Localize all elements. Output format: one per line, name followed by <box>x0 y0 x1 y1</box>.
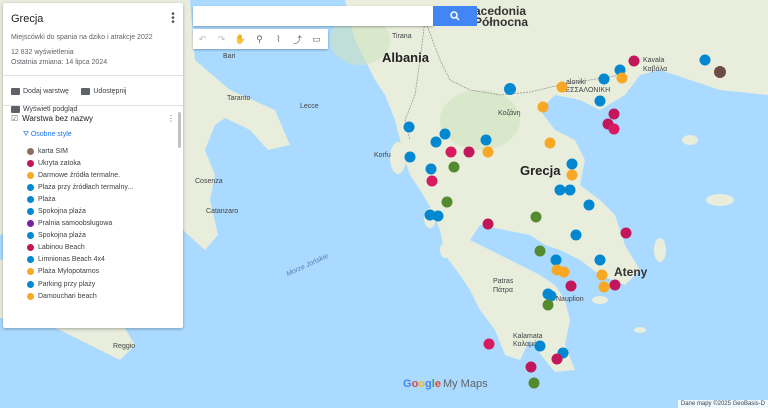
list-item-label: Plaża Mylopotamos <box>38 268 100 276</box>
list-item[interactable]: Plaża przy źródłach termalny... <box>3 181 183 193</box>
map-label-kavala: Kavala <box>643 57 665 64</box>
search-input[interactable] <box>193 6 433 26</box>
panel-actions: Dodaj warstwę Udostępnij Wyświetl podglą… <box>3 76 183 113</box>
panel-menu-icon[interactable]: • • • <box>171 10 175 28</box>
search-button[interactable] <box>433 6 477 26</box>
map-label-ateny: Ateny <box>614 265 648 279</box>
marker-icon <box>27 195 34 203</box>
map-views: 12 832 wyświetlenia <box>11 49 74 56</box>
list-item-label: Ukryta zatoka <box>38 159 81 167</box>
map-label-reggio: Reggio <box>113 343 136 350</box>
layers-icon <box>11 88 20 95</box>
marker-icon <box>27 232 34 240</box>
marker-icon <box>27 147 34 155</box>
scrollbar[interactable] <box>178 112 181 148</box>
map-attribution[interactable]: Dane mapy ©2025 GeoBasis-D <box>677 400 768 408</box>
list-item-label: Parking przy plaży <box>38 280 96 288</box>
layer-menu-icon[interactable]: ⋮ <box>167 114 175 123</box>
list-item-label: Plaża <box>38 195 56 203</box>
marker-icon <box>27 292 34 300</box>
map-label-patras: Patras <box>493 278 514 285</box>
marker-icon <box>27 244 34 252</box>
list-item-label: Spokojna plaża <box>38 232 86 240</box>
my-maps-label: My Maps <box>442 378 488 390</box>
map-label-cosenza: Cosenza <box>195 178 223 185</box>
map-label-catanzaro: Catanzaro <box>206 208 239 215</box>
list-item[interactable]: Labinou Beach <box>3 242 183 254</box>
map-label-lecce: Lecce <box>300 103 319 110</box>
list-item-label: karta SIM <box>38 147 68 155</box>
map-last-change: Ostatnia zmiana: 14 lipca 2024 <box>11 59 108 66</box>
hand-icon[interactable]: ✋ <box>231 29 250 49</box>
map-description: Miejscówki do spania na dziko i atrakcje… <box>11 34 153 41</box>
map-label-grecja: Grecja <box>520 163 561 178</box>
marker-icon <box>27 208 34 216</box>
list-item-label: Plaża przy źródłach termalny... <box>38 183 134 191</box>
layer-header: ☑ Warstwa bez nazwy ⋮ <box>3 106 183 125</box>
layer-section: ☑ Warstwa bez nazwy ⋮ ⛛ Osobne style kar… <box>3 106 183 328</box>
map-label-korfu: Korfu <box>374 152 391 159</box>
marker-icon <box>27 159 34 167</box>
map-label-taranto: Taranto <box>227 95 251 102</box>
directions-icon[interactable]: ⤴ <box>288 29 307 49</box>
ruler-icon[interactable]: ▭ <box>307 29 326 49</box>
marker-icon[interactable]: ⚲ <box>250 29 269 49</box>
map-label-kalamata: Kalamata <box>513 333 543 340</box>
share-label: Udostępnij <box>93 87 127 95</box>
list-item[interactable]: Parking przy plaży <box>3 278 183 290</box>
map-label-nafplio: Nauplion <box>556 296 584 303</box>
map-label-bari: Bari <box>223 53 236 60</box>
list-item-label: Spokojna plaża <box>38 208 86 216</box>
search-icon <box>450 11 460 21</box>
map-label-albania: Albania <box>382 50 429 65</box>
list-item-label: Limnionas Beach 4x4 <box>38 256 105 264</box>
list-item[interactable]: Plaża <box>3 193 183 205</box>
styles-link[interactable]: ⛛ Osobne style <box>3 131 183 139</box>
marker-icon <box>27 220 34 228</box>
layer-items: karta SIM Ukryta zatoka Darmowe źródła ter… <box>3 145 183 302</box>
map-label-thessaloniki: ΘΕΣΣΑΛΟΝΙΚΗ <box>560 87 611 94</box>
map-label-patra: Πάτρα <box>493 287 513 294</box>
marker-icon <box>27 171 34 179</box>
list-item[interactable]: Spokojna plaża <box>3 205 183 217</box>
style-brush-icon: ⛛ <box>23 131 29 138</box>
map-label-kozani: Κοζάνη <box>498 110 521 117</box>
list-item[interactable]: Damouchari beach <box>3 290 183 302</box>
list-item[interactable]: Limnionas Beach 4x4 <box>3 254 183 266</box>
list-item[interactable]: Ukryta zatoka <box>3 157 183 169</box>
map-toolbar: ↶ ↷ ✋ ⚲ ⌇ ⤴ ▭ <box>193 29 328 49</box>
redo-icon[interactable]: ↷ <box>212 29 231 49</box>
list-item[interactable]: Pralnia samoobsługowa <box>3 218 183 230</box>
checkbox-icon[interactable]: ☑ <box>11 114 18 123</box>
google-my-maps-logo: Google My Maps <box>403 378 488 390</box>
list-item[interactable]: Spokojna plaża <box>3 230 183 242</box>
list-item-label: Labinou Beach <box>38 244 85 252</box>
list-item-label: Damouchari beach <box>38 292 97 300</box>
line-icon[interactable]: ⌇ <box>269 29 288 49</box>
list-item[interactable]: Darmowe źródła termalne. <box>3 169 183 181</box>
add-person-icon <box>81 88 91 95</box>
marker-icon <box>27 280 34 288</box>
add-layer-label: Dodaj warstwę <box>23 87 69 95</box>
map-side-panel: Grecja Miejscówki do spania na dziko i a… <box>3 3 183 328</box>
map-label-kalamata-gr: Καλαμάτα <box>513 341 544 348</box>
panel-header: Grecja Miejscówki do spania na dziko i a… <box>3 3 183 76</box>
add-layer-button[interactable]: Dodaj warstwę <box>11 86 69 98</box>
map-label-polnocna: Północna <box>474 15 529 29</box>
marker-icon <box>27 183 34 191</box>
layer-name[interactable]: Warstwa bez nazwy <box>22 114 93 123</box>
list-item[interactable]: Plaża Mylopotamos <box>3 266 183 278</box>
list-item[interactable]: karta SIM <box>3 145 183 157</box>
marker-icon <box>27 268 34 276</box>
styles-label: Osobne style <box>30 131 72 138</box>
undo-icon[interactable]: ↶ <box>193 29 212 49</box>
map-label-kavala-gr: Καβάλα <box>643 66 668 73</box>
list-item-label: Pralnia samoobsługowa <box>38 220 113 228</box>
marker-icon <box>27 256 34 264</box>
map-title[interactable]: Grecja <box>11 13 175 25</box>
list-item-label: Darmowe źródła termalne. <box>38 171 121 179</box>
map-label-saloniki: aloniki <box>566 79 586 86</box>
map-label-tirana: Tirana <box>392 33 412 40</box>
share-button[interactable]: Udostępnij <box>81 86 126 98</box>
